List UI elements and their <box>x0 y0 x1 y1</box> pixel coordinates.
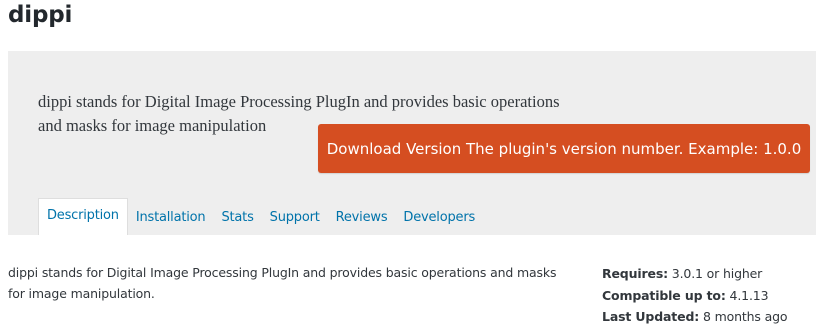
tab-developers[interactable]: Developers <box>395 201 483 235</box>
meta-last-updated: Last Updated: 8 months ago <box>602 306 788 328</box>
meta-compatible: Compatible up to: 4.1.13 <box>602 285 787 307</box>
meta-requires-value: 3.0.1 or higher <box>671 266 763 281</box>
meta-compatible-value: 4.1.13 <box>729 287 769 303</box>
meta-compatible-label: Compatible up to: <box>602 287 726 303</box>
download-button[interactable]: Download Version The plugin's version nu… <box>318 124 810 173</box>
tab-support[interactable]: Support <box>262 201 328 235</box>
tab-reviews[interactable]: Reviews <box>328 201 396 235</box>
meta-updated-value: 8 months ago <box>702 309 788 324</box>
meta-requires-label: Requires: <box>602 266 668 281</box>
plugin-description: dippi stands for Digital Image Processin… <box>8 265 557 301</box>
plugin-meta: Requires: 3.0.1 or higher Compatible up … <box>602 263 788 328</box>
tab-description[interactable]: Description <box>38 198 128 235</box>
plugin-header: dippi stands for Digital Image Processin… <box>8 51 816 235</box>
meta-updated-label: Last Updated: <box>602 309 700 324</box>
tab-stats[interactable]: Stats <box>213 201 261 235</box>
tab-installation[interactable]: Installation <box>128 201 214 235</box>
plugin-tabs: Description Installation Stats Support R… <box>38 198 483 235</box>
plugin-title: dippi <box>8 2 73 28</box>
meta-requires: Requires: 3.0.1 or higher <box>602 263 787 285</box>
